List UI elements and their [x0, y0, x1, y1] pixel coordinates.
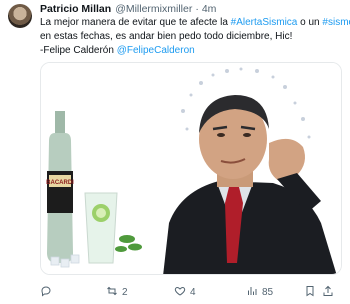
like-button[interactable]: 4 — [174, 284, 196, 300]
tweet-text-line-1: La mejor manera de evitar que te afecte … — [40, 16, 350, 30]
author-handle[interactable]: @Millermixmiller — [115, 3, 192, 15]
views-button[interactable]: 85 — [246, 284, 273, 300]
tweet-text-line-3: -Felipe Calderón @FelipeCalderon — [40, 44, 340, 58]
hashtag-sismo-link[interactable]: #sismo — [322, 17, 350, 28]
hashtag-alertasismica-link[interactable]: #AlertaSismica — [231, 17, 298, 28]
tweet-text: La mejor manera de evitar que te afecte … — [40, 16, 350, 58]
author-name[interactable]: Patricio Millan — [40, 3, 111, 15]
heart-icon — [174, 285, 186, 300]
tweet-media-image[interactable]: BACARDI — [40, 62, 342, 275]
mention-felipecalderon-link[interactable]: @FelipeCalderon — [117, 45, 195, 56]
views-count: 85 — [262, 286, 274, 298]
views-icon — [246, 285, 258, 300]
text-segment: o un — [297, 17, 323, 28]
reply-button[interactable] — [40, 284, 56, 300]
meme-image: BACARDI — [41, 63, 341, 274]
text-segment: -Felipe Calderón — [40, 45, 117, 56]
timestamp[interactable]: 4m — [202, 3, 217, 15]
reply-icon — [40, 285, 52, 300]
glass-with-lime — [84, 192, 118, 264]
avatar[interactable] — [8, 4, 32, 28]
like-count: 4 — [190, 286, 196, 298]
tweet[interactable]: Patricio Millan @Millermixmiller · 4m La… — [0, 0, 350, 304]
tweet-text-line-2: en estas fechas, es andar bien pedo todo… — [40, 30, 340, 44]
text-segment: en estas fechas, es andar bien pedo todo… — [40, 31, 293, 42]
separator-dot: · — [195, 3, 199, 15]
bottle-label: BACARDI — [46, 180, 74, 186]
bookmark-button[interactable] — [304, 284, 316, 300]
text-segment: La mejor manera de evitar que te afecte … — [40, 17, 231, 28]
retweet-count: 2 — [122, 286, 128, 298]
share-button[interactable] — [322, 284, 334, 300]
tweet-actions: 2 4 85 — [40, 284, 340, 300]
bookmark-icon — [304, 285, 316, 300]
share-icon — [322, 285, 334, 300]
retweet-button[interactable]: 2 — [106, 284, 128, 300]
retweet-icon — [106, 285, 118, 300]
